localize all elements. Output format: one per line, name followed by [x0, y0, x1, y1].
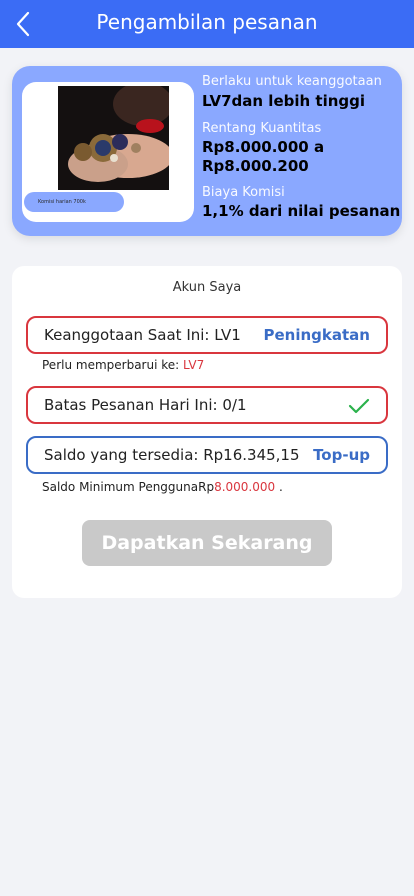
- page-title: Pengambilan pesanan: [96, 10, 318, 34]
- commission-value: 1,1% dari nilai pesanan: [202, 202, 401, 220]
- upgrade-button[interactable]: Peningkatan: [264, 326, 370, 344]
- account-title: Akun Saya: [172, 280, 242, 295]
- quantity-range-value: Rp8.000.000 a Rp8.000.200: [202, 138, 325, 175]
- available-balance-text: Saldo yang tersedia: Rp16.345,15: [44, 446, 300, 464]
- minimum-balance-note: Saldo Minimum PenggunaRp8.000.000 .: [42, 480, 283, 494]
- required-level: LV7: [183, 358, 205, 372]
- product-image: [58, 86, 169, 190]
- get-now-button[interactable]: Dapatkan Sekarang: [82, 520, 332, 566]
- min-balance-value: 8.000.000: [214, 480, 276, 494]
- upgrade-note-prefix: Perlu memperbarui ke:: [42, 358, 183, 372]
- membership-value: LV7dan lebih tinggi: [202, 92, 366, 110]
- account-panel: Akun Saya Keanggotaan Saat Ini: LV1 Peni…: [12, 266, 402, 598]
- check-icon: [348, 398, 370, 414]
- order-limit-text: Batas Pesanan Hari Ini: 0/1: [44, 396, 247, 414]
- order-limit-row: Batas Pesanan Hari Ini: 0/1: [26, 386, 388, 424]
- topup-button[interactable]: Top-up: [313, 446, 370, 464]
- membership-row: Keanggotaan Saat Ini: LV1 Peningkatan: [26, 316, 388, 354]
- product-image-frame: Komisi harian 700k: [22, 82, 194, 222]
- product-card: Komisi harian 700k Berlaku untuk keanggo…: [12, 66, 402, 236]
- daily-commission-badge: Komisi harian 700k: [24, 192, 124, 212]
- commission-label: Biaya Komisi: [202, 185, 285, 200]
- balance-row: Saldo yang tersedia: Rp16.345,15 Top-up: [26, 436, 388, 474]
- top-bar: Pengambilan pesanan: [0, 0, 414, 48]
- upgrade-note: Perlu memperbarui ke: LV7: [42, 358, 204, 372]
- min-balance-suffix: .: [275, 480, 283, 494]
- membership-label: Berlaku untuk keanggotaan: [202, 74, 382, 89]
- quantity-range-label: Rentang Kuantitas: [202, 121, 322, 136]
- current-membership-text: Keanggotaan Saat Ini: LV1: [44, 326, 241, 344]
- min-balance-prefix: Saldo Minimum PenggunaRp: [42, 480, 215, 494]
